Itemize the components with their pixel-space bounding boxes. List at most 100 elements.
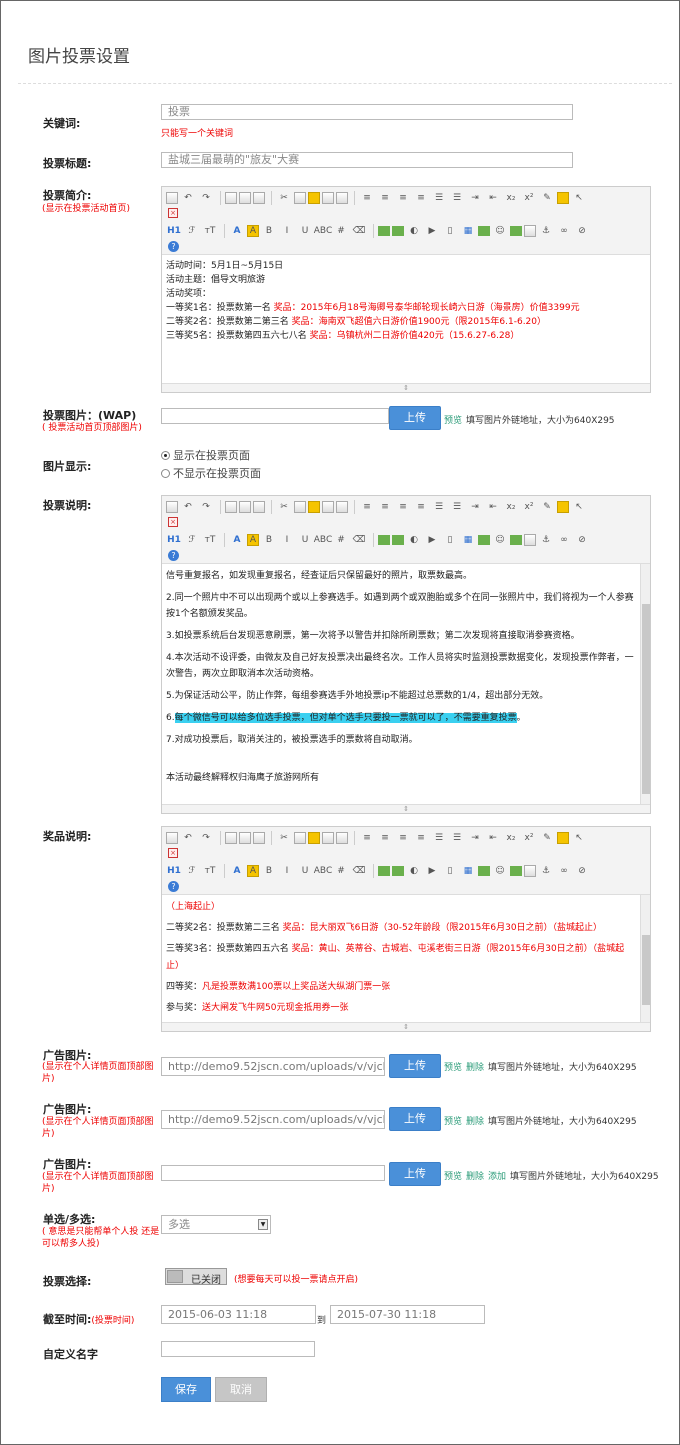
format-icon[interactable] [557,501,569,513]
code-icon[interactable] [524,534,536,546]
attachment-icon[interactable]: ▯ [442,864,458,879]
cut-icon[interactable]: ✂ [276,191,292,206]
strikethrough-icon[interactable]: ABC [314,864,332,879]
preview-icon[interactable] [225,192,237,204]
help-icon[interactable]: ? [168,241,179,252]
paste-word-icon[interactable] [336,832,348,844]
ordered-list-icon[interactable]: ☰ [431,191,447,206]
italic-icon[interactable]: I [279,533,295,548]
bold-icon[interactable]: B [261,533,277,548]
print-icon[interactable] [239,192,251,204]
deadline-end-input[interactable]: 2015-07-30 11:18 [330,1305,485,1324]
undo-icon[interactable]: ↶ [180,500,196,515]
clear-format-icon[interactable]: ⌫ [351,864,367,879]
ordered-list-icon[interactable]: ☰ [431,500,447,515]
chevron-down-icon[interactable]: ▼ [258,1219,268,1230]
vote-image-url-input[interactable] [161,408,389,424]
map-icon[interactable] [510,535,522,545]
unordered-list-icon[interactable]: ☰ [449,500,465,515]
align-right-icon[interactable]: ≡ [395,500,411,515]
copy-icon[interactable] [294,832,306,844]
align-left-icon[interactable]: ≡ [359,191,375,206]
table-icon[interactable]: ▦ [460,864,476,879]
ad3-upload-button[interactable]: 上传 [389,1162,441,1186]
hr-icon[interactable] [478,226,490,236]
align-center-icon[interactable]: ≡ [377,831,393,846]
select-all-icon[interactable]: ↖ [571,831,587,846]
align-right-icon[interactable]: ≡ [395,831,411,846]
display-off-page-radio[interactable]: 不显示在投票页面 [161,465,261,481]
attachment-icon[interactable]: ▯ [442,224,458,239]
vote-image-upload-button[interactable]: 上传 [389,406,441,430]
outdent-icon[interactable]: ⇤ [485,831,501,846]
paste-text-icon[interactable] [322,832,334,844]
emoticon-icon[interactable]: ☺ [492,533,508,548]
attachment-icon[interactable]: ▯ [442,533,458,548]
display-on-page-radio[interactable]: 显示在投票页面 [161,447,250,463]
prize-desc-editor-content[interactable]: （上海起止） 二等奖2名：投票数第二三名 奖品：昆大丽双飞6日游（30-52年龄段… [162,895,650,1025]
template-icon[interactable] [253,192,265,204]
font-family-icon[interactable]: ℱ [184,224,200,239]
highlight-icon[interactable]: A [247,534,259,546]
select-mode-dropdown[interactable]: 多选 ▼ [161,1215,271,1234]
strikethrough-icon[interactable]: ABC [314,533,332,548]
justify-icon[interactable]: ≡ [413,831,429,846]
save-button[interactable]: 保存 [161,1377,211,1402]
font-color-icon[interactable]: A [229,864,245,879]
map-icon[interactable] [510,226,522,236]
redo-icon[interactable]: ↷ [198,500,214,515]
code-icon[interactable] [524,225,536,237]
ad3-preview-link[interactable]: 预览 [444,1172,462,1182]
font-family-icon[interactable]: ℱ [184,864,200,879]
redo-icon[interactable]: ↷ [198,191,214,206]
flash-icon[interactable]: ◐ [406,533,422,548]
unlink-icon[interactable]: ⊘ [574,224,590,239]
cut-icon[interactable]: ✂ [276,831,292,846]
ad1-preview-link[interactable]: 预览 [444,1063,462,1073]
table-icon[interactable]: ▦ [460,224,476,239]
deadline-start-input[interactable]: 2015-06-03 11:18 [161,1305,316,1324]
line-height-icon[interactable]: # [333,224,349,239]
ordered-list-icon[interactable]: ☰ [431,831,447,846]
brush-icon[interactable]: ✎ [539,500,555,515]
vote-choice-toggle[interactable]: 已关闭 [165,1268,227,1286]
ad3-delete-link[interactable]: 删除 [466,1172,484,1182]
help-icon[interactable]: ? [168,550,179,561]
unlink-icon[interactable]: ⊘ [574,533,590,548]
paste-icon[interactable] [308,501,320,513]
image-icon[interactable] [378,535,390,545]
superscript-icon[interactable]: x² [521,191,537,206]
highlight-icon[interactable]: A [247,225,259,237]
select-all-icon[interactable]: ↖ [571,500,587,515]
print-icon[interactable] [239,501,251,513]
font-family-icon[interactable]: ℱ [184,533,200,548]
subscript-icon[interactable]: x₂ [503,831,519,846]
align-right-icon[interactable]: ≡ [395,191,411,206]
preview-icon[interactable] [225,832,237,844]
hr-icon[interactable] [478,866,490,876]
media-icon[interactable]: ▶ [424,224,440,239]
copy-icon[interactable] [294,501,306,513]
format-icon[interactable] [557,832,569,844]
code-icon[interactable] [524,865,536,877]
intro-editor-resize-handle[interactable]: ⇕ [162,383,650,392]
highlight-icon[interactable]: A [247,865,259,877]
brush-icon[interactable]: ✎ [539,191,555,206]
fullscreen-icon[interactable]: × [168,208,178,218]
unordered-list-icon[interactable]: ☰ [449,191,465,206]
align-center-icon[interactable]: ≡ [377,191,393,206]
multi-image-icon[interactable] [392,866,404,876]
keyword-input[interactable]: 投票 [161,104,573,120]
fullscreen-icon[interactable]: × [168,517,178,527]
bold-icon[interactable]: B [261,224,277,239]
preview-icon[interactable] [225,501,237,513]
align-left-icon[interactable]: ≡ [359,831,375,846]
ad3-add-link[interactable]: 添加 [488,1172,506,1182]
help-icon[interactable]: ? [168,881,179,892]
image-icon[interactable] [378,866,390,876]
font-size-icon[interactable]: тT [202,224,218,239]
unlink-icon[interactable]: ⊘ [574,864,590,879]
vote-image-preview-link[interactable]: 预览 [444,416,462,426]
paste-word-icon[interactable] [336,192,348,204]
source-icon[interactable] [166,832,178,844]
